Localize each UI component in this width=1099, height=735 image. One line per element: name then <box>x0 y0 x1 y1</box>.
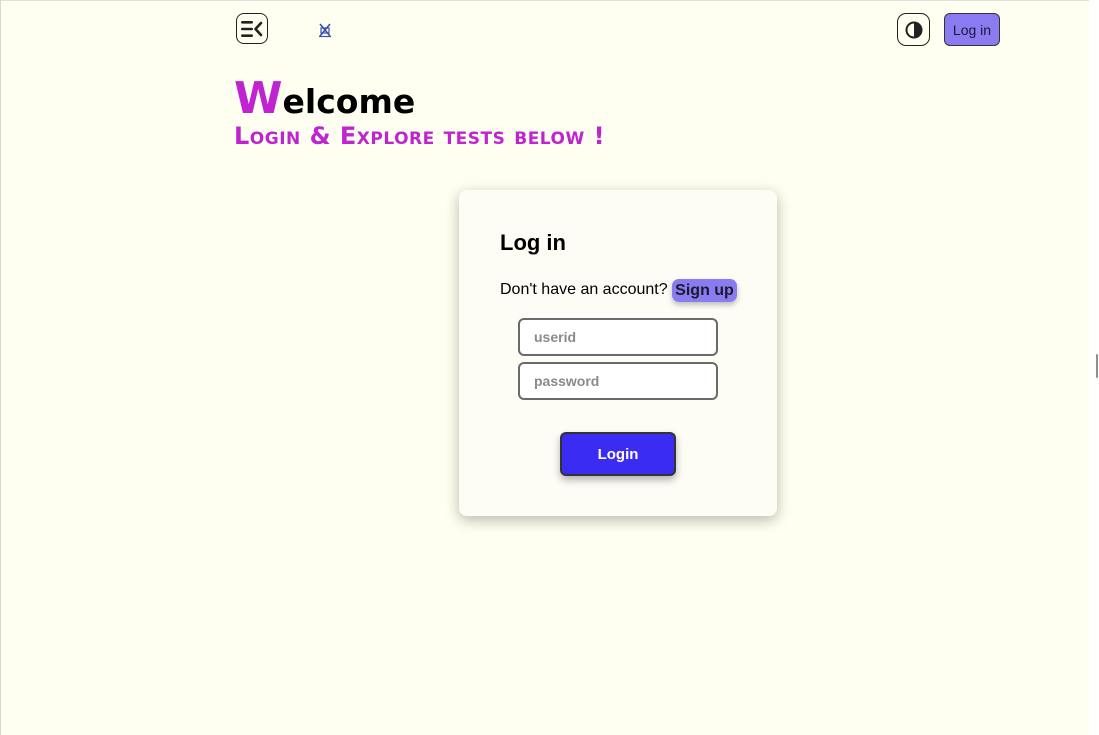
scrollbar-thumb[interactable] <box>1096 354 1098 378</box>
vertical-scrollbar[interactable] <box>1089 0 1099 735</box>
title-initial: W <box>234 73 283 124</box>
login-submit-button[interactable]: Login <box>560 432 676 476</box>
app-logo-icon[interactable] <box>318 22 332 38</box>
signup-prompt: Don't have an account? <box>500 281 668 298</box>
signup-button[interactable]: Sign up <box>672 279 737 302</box>
page-viewport: Log in Welcome Login & Explore tests bel… <box>0 0 1089 735</box>
page-title: Welcome <box>234 73 415 128</box>
userid-input[interactable] <box>518 318 718 356</box>
login-card-title: Log in <box>500 230 566 255</box>
menu-toggle-button[interactable] <box>236 13 268 44</box>
contrast-icon <box>905 21 922 38</box>
page-subtitle: Login & Explore tests below ! <box>234 122 606 150</box>
password-input[interactable] <box>518 362 718 400</box>
header-login-button[interactable]: Log in <box>944 13 1000 46</box>
menu-collapse-icon <box>241 20 263 37</box>
login-card: Log in Don't have an account? Sign up Lo… <box>459 190 777 516</box>
title-rest: elcome <box>282 82 416 121</box>
theme-toggle-button[interactable] <box>897 13 930 46</box>
